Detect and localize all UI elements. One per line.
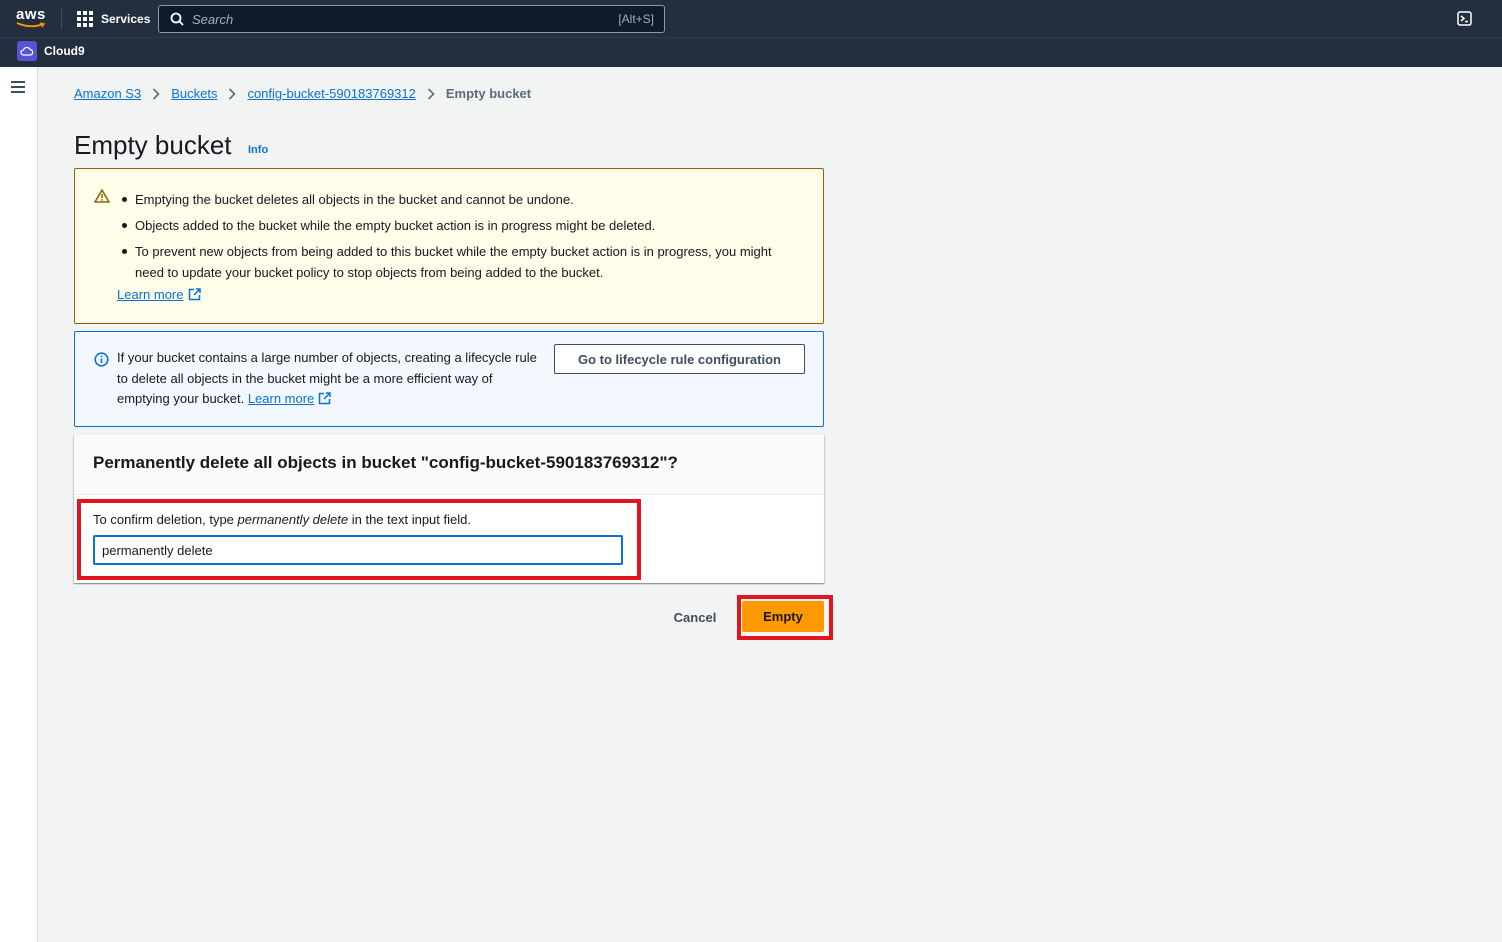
warning-learn-more-link[interactable]: Learn more	[117, 287, 202, 302]
cloudshell-icon[interactable]	[1457, 11, 1472, 26]
info-alert: If your bucket contains a large number o…	[74, 331, 824, 427]
chevron-right-icon	[153, 87, 160, 100]
search-shortcut: [Alt+S]	[618, 12, 654, 26]
breadcrumb-amazon-s3[interactable]: Amazon S3	[74, 86, 141, 101]
cloud9-icon[interactable]	[17, 41, 37, 61]
external-link-icon	[189, 288, 202, 301]
services-label: Services	[101, 12, 151, 26]
breadcrumb: Amazon S3 Buckets config-bucket-59018376…	[74, 86, 531, 101]
menu-icon[interactable]	[11, 81, 25, 93]
nav-divider	[61, 9, 62, 29]
breadcrumb-current: Empty bucket	[445, 86, 532, 101]
warning-item: Emptying the bucket deletes all objects …	[122, 189, 795, 210]
cancel-button[interactable]: Cancel	[664, 603, 726, 631]
lifecycle-rule-button[interactable]: Go to lifecycle rule configuration	[554, 344, 805, 374]
chevron-right-icon	[229, 87, 237, 100]
info-alert-text: If your bucket contains a large number o…	[117, 348, 537, 410]
warning-item: To prevent new objects from being added …	[122, 241, 795, 283]
highlight-box-button	[737, 595, 833, 640]
services-menu-button[interactable]: Services	[77, 10, 150, 28]
warning-icon	[94, 189, 110, 203]
warning-alert: Emptying the bucket deletes all objects …	[74, 168, 824, 324]
search-input[interactable]: Search [Alt+S]	[158, 5, 665, 33]
breadcrumb-bucket-name[interactable]: config-bucket-590183769312	[247, 86, 415, 101]
aws-smile-icon	[16, 22, 46, 28]
page-title: Empty bucket	[74, 130, 232, 160]
cloud-icon	[20, 46, 34, 56]
favorites-bar	[0, 37, 1502, 67]
highlight-box-input	[77, 499, 641, 580]
aws-logo[interactable]: aws	[16, 6, 46, 23]
warning-item: Objects added to the bucket while the em…	[122, 215, 795, 236]
warning-list: Emptying the bucket deletes all objects …	[122, 189, 795, 288]
services-grid-icon	[77, 11, 93, 27]
search-icon	[170, 12, 184, 26]
chevron-right-icon	[427, 87, 435, 100]
confirm-header: Permanently delete all objects in bucket…	[74, 435, 824, 495]
info-link[interactable]: Info	[248, 144, 268, 156]
learn-more-label: Learn more	[117, 287, 184, 302]
confirm-title: Permanently delete all objects in bucket…	[93, 453, 678, 472]
search-placeholder: Search	[192, 11, 234, 27]
breadcrumb-buckets[interactable]: Buckets	[171, 86, 217, 101]
info-learn-more-link[interactable]: Learn more	[248, 391, 314, 406]
info-circle-icon	[94, 352, 109, 367]
favorite-cloud9-link[interactable]: Cloud9	[44, 44, 85, 58]
side-navigation-rail	[0, 67, 38, 942]
external-link-icon	[319, 392, 332, 405]
top-navigation: aws Services Search [Alt+S]	[0, 0, 1502, 37]
